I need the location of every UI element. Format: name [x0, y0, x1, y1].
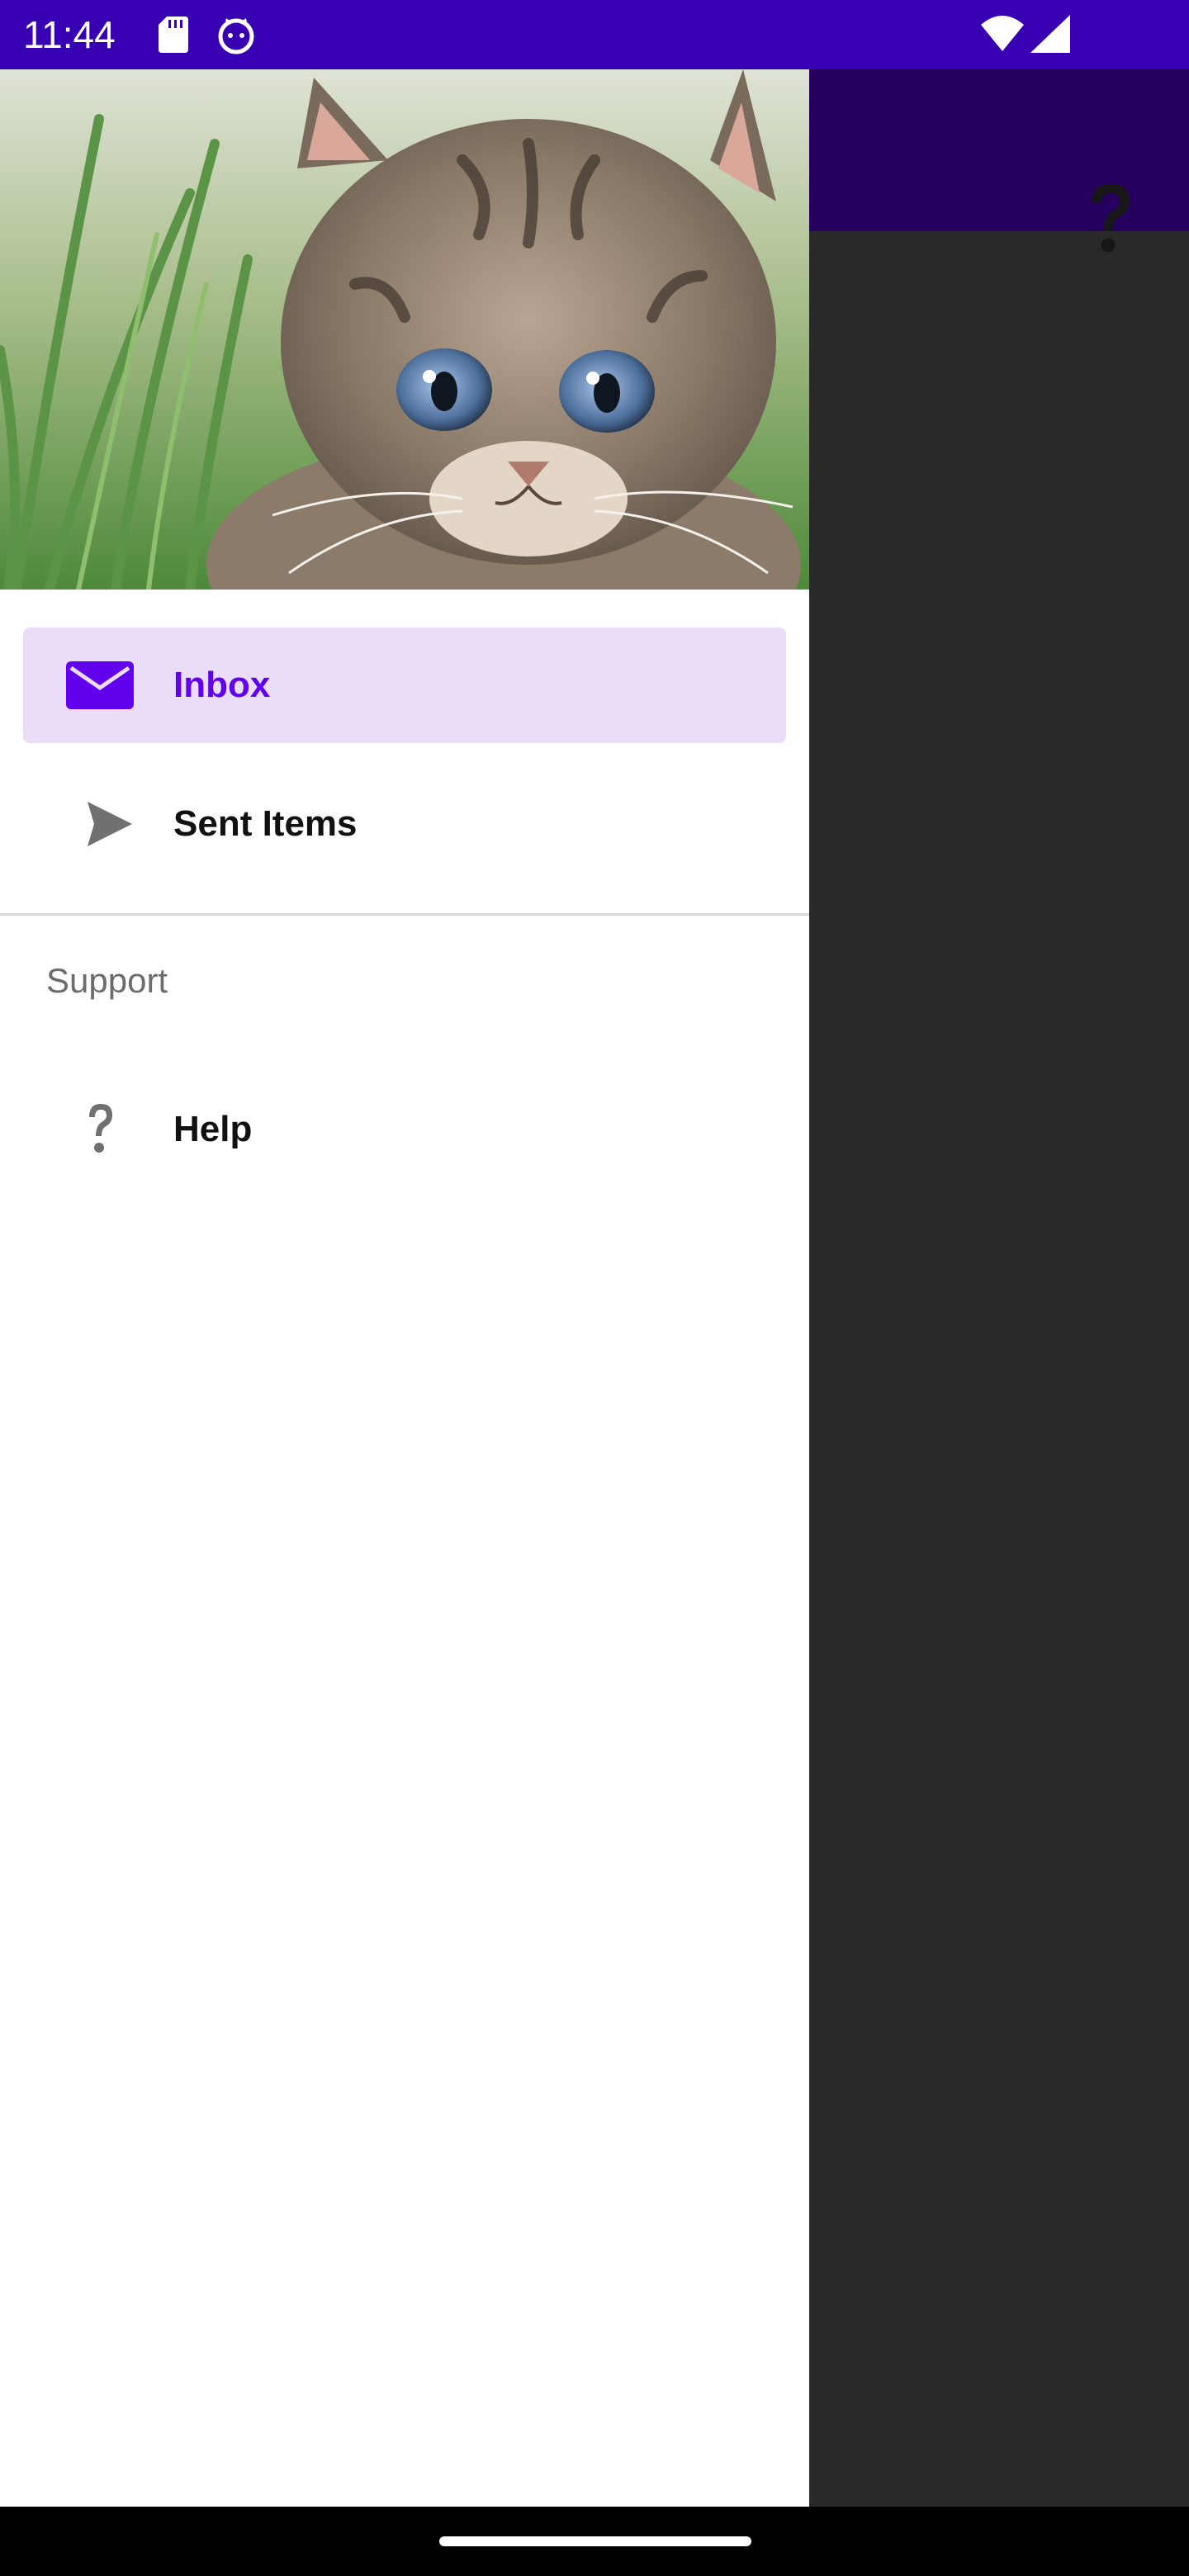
mail-icon [66, 661, 134, 709]
gesture-handle[interactable] [439, 2536, 751, 2546]
wifi-icon [981, 16, 1024, 51]
sd-card-icon [159, 17, 188, 53]
status-bar: 11:44 [0, 0, 1189, 69]
send-icon [88, 802, 132, 846]
cellular-signal-icon [1030, 15, 1070, 53]
help-icon [89, 1104, 112, 1153]
drawer-item-inbox[interactable]: Inbox [23, 627, 786, 743]
drawer-divider [0, 913, 809, 916]
drawer-item-label: Sent Items [173, 803, 358, 844]
system-navigation-bar [0, 2507, 1189, 2576]
drawer-item-label: Inbox [173, 665, 271, 705]
drawer-item-help[interactable]: Help [23, 1072, 786, 1187]
drawer-item-label: Help [173, 1109, 253, 1149]
drawer-item-sent-items[interactable]: Sent Items [23, 766, 786, 882]
android-cat-icon [218, 18, 254, 54]
status-time: 11:44 [23, 13, 116, 56]
drawer-header-image [0, 69, 809, 590]
drawer-section-title: Support [46, 961, 168, 1000]
navigation-drawer: Inbox Sent Items Support Help [0, 69, 809, 2507]
kitten-photo [0, 69, 809, 590]
